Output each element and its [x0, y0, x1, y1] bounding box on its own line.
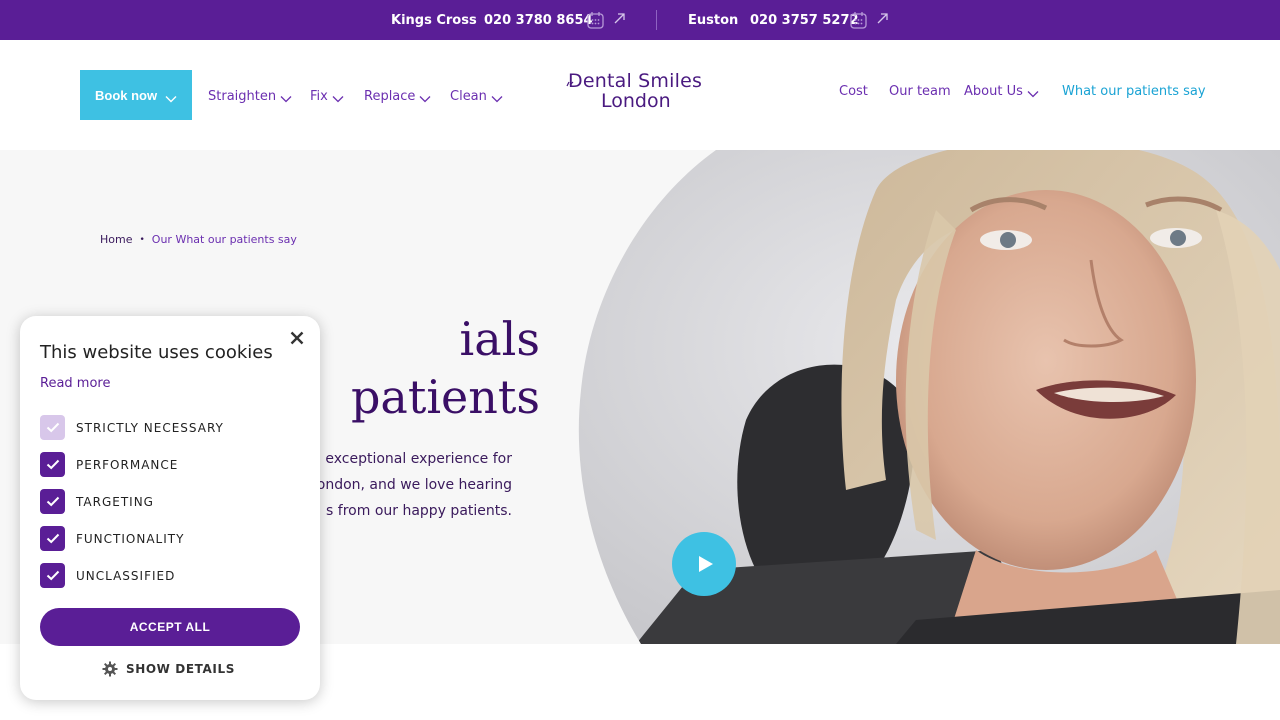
cookie-option-unclassified[interactable]: UNCLASSIFIED: [40, 563, 175, 588]
gear-icon: [102, 661, 118, 677]
nav-clean[interactable]: Clean: [450, 86, 503, 106]
chevron-down-icon: [1027, 87, 1039, 98]
nav-cost[interactable]: Cost: [839, 81, 868, 101]
accept-all-button[interactable]: ACCEPT ALL: [40, 608, 300, 646]
show-details-button[interactable]: SHOW DETAILS: [102, 659, 235, 679]
nav-clean-label: Clean: [450, 88, 487, 104]
logo-line2: London: [601, 90, 671, 112]
location-name-euston: Euston: [688, 12, 739, 28]
nav-our-team-label: Our team: [889, 83, 951, 99]
calendar-icon[interactable]: [849, 10, 869, 30]
checkmark-icon: [46, 422, 59, 433]
cookie-option-label: UNCLASSIFIED: [76, 568, 176, 583]
book-now-button[interactable]: Book now: [80, 70, 192, 120]
cookie-read-more-link[interactable]: Read more: [40, 376, 110, 391]
play-icon: [699, 556, 713, 572]
book-now-label: Book now: [95, 87, 158, 103]
topbar-divider: [656, 10, 657, 30]
chevron-down-icon: [491, 92, 503, 103]
nav-replace-label: Replace: [364, 88, 416, 104]
cookie-option-performance[interactable]: PERFORMANCE: [40, 452, 178, 477]
checkbox-unclassified[interactable]: [40, 563, 65, 588]
nav-about-us-label: About Us: [964, 83, 1023, 99]
phone-kings-cross[interactable]: 020 3780 8654: [484, 0, 593, 40]
checkbox-performance[interactable]: [40, 452, 65, 477]
phone-euston[interactable]: 020 3757 5272: [750, 0, 859, 40]
show-details-label: SHOW DETAILS: [126, 662, 235, 676]
checkbox-functionality[interactable]: [40, 526, 65, 551]
breadcrumb-home[interactable]: Home: [100, 233, 132, 246]
nav-fix[interactable]: Fix: [310, 86, 344, 106]
top-bar: Kings Cross 020 3780 8654 Euston 020 375…: [0, 0, 1280, 40]
nav-patients-label: What our patients say: [1062, 83, 1206, 99]
chevron-down-icon: [280, 92, 292, 103]
cookie-option-targeting[interactable]: TARGETING: [40, 489, 154, 514]
breadcrumb-current: Our What our patients say: [151, 233, 297, 246]
nav-about-us[interactable]: About Us: [964, 81, 1039, 101]
cookie-option-label: PERFORMANCE: [76, 457, 179, 472]
checkmark-icon: [46, 533, 59, 544]
play-video-button[interactable]: [672, 532, 736, 596]
cookie-consent-panel: This website uses cookies Read more STRI…: [20, 316, 320, 700]
arrow-up-right-icon[interactable]: [875, 10, 895, 30]
checkmark-icon: [46, 459, 59, 470]
checkmark-icon: [46, 570, 59, 581]
checkmark-icon: [46, 496, 59, 507]
chevron-down-icon: [165, 91, 177, 103]
cookie-option-label: STRICTLY NECESSARY: [76, 420, 224, 435]
site-logo[interactable]: Dental Smiles London: [566, 70, 716, 112]
calendar-icon[interactable]: [586, 10, 606, 30]
checkbox-targeting[interactable]: [40, 489, 65, 514]
close-icon[interactable]: [286, 328, 308, 350]
cookie-option-functionality[interactable]: FUNCTIONALITY: [40, 526, 184, 551]
chevron-down-icon: [419, 92, 431, 103]
nav-our-team[interactable]: Our team: [889, 81, 951, 101]
breadcrumb: Home • Our What our patients say: [100, 233, 297, 246]
chevron-down-icon: [332, 92, 344, 103]
nav-straighten-label: Straighten: [208, 88, 277, 104]
cookie-option-strictly-necessary[interactable]: STRICTLY NECESSARY: [40, 415, 224, 440]
breadcrumb-separator: •: [139, 234, 145, 245]
cookie-option-label: TARGETING: [76, 494, 154, 509]
cookie-option-label: FUNCTIONALITY: [76, 531, 185, 546]
nav-replace[interactable]: Replace: [364, 86, 431, 106]
cookie-title: This website uses cookies: [40, 342, 273, 363]
arrow-up-right-icon[interactable]: [612, 10, 632, 30]
checkbox-strictly-necessary[interactable]: [40, 415, 65, 440]
nav-fix-label: Fix: [310, 88, 328, 104]
logo-line1: Dental Smiles: [568, 70, 703, 92]
nav-cost-label: Cost: [839, 83, 868, 99]
nav-straighten[interactable]: Straighten: [208, 86, 292, 106]
nav-what-our-patients-say[interactable]: What our patients say: [1062, 81, 1206, 101]
location-name-kings-cross: Kings Cross: [391, 12, 477, 28]
